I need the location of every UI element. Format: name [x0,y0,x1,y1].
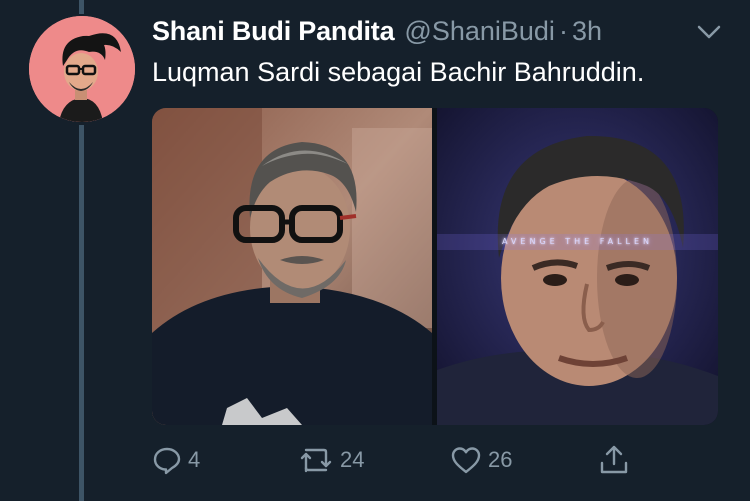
tweet-timestamp[interactable]: 3h [572,16,602,47]
header-separator: · [558,16,568,46]
reply-count: 4 [188,447,201,472]
photo-of-man-with-glasses-icon [152,108,432,425]
poster-overlay-text: AVENGE THE FALLEN [501,237,654,246]
heart-icon [451,447,481,474]
avengers-poster-photo-icon [437,108,718,425]
display-name[interactable]: Shani Budi Pandita [152,16,395,47]
tweet-menu-button[interactable] [696,22,722,42]
tweet-text: Luqman Sardi sebagai Bachir Bahruddin. [152,57,645,87]
user-handle[interactable]: @ShaniBudi [404,16,555,47]
reply-icon [153,447,181,475]
tweet-actions: 4 24 26 [152,443,652,477]
reply-button[interactable]: 4 [152,443,200,477]
media-photo-right[interactable]: AVENGE THE FALLEN [437,108,718,425]
media-photo-left[interactable] [152,108,432,425]
retweet-count: 24 [340,447,365,472]
retweet-icon [300,448,332,473]
tweet-header: Shani Budi Pandita @ShaniBudi · 3h [152,16,602,52]
share-icon [600,445,628,474]
avatar[interactable] [29,16,135,122]
share-button[interactable] [598,443,630,477]
tweet-media[interactable]: AVENGE THE FALLEN [152,108,718,425]
tweet-frame: Shani Budi Pandita @ShaniBudi · 3h Luqma… [0,0,750,501]
thread-line-bottom [79,125,84,501]
chevron-down-icon [697,25,721,39]
like-button[interactable]: 26 [450,443,512,477]
avatar-illustration-icon [29,16,135,122]
thread-line-top [79,0,84,14]
like-count: 26 [488,447,513,472]
retweet-button[interactable]: 24 [298,443,364,477]
